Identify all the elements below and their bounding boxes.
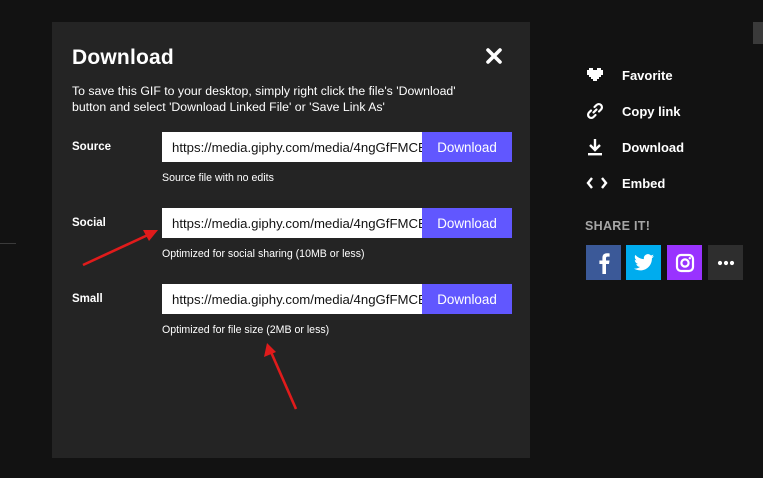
page-scrollbar-thumb[interactable] (753, 22, 763, 44)
copy-link-label: Copy link (622, 103, 681, 119)
download-action-button[interactable]: Download (586, 137, 684, 157)
background-divider (0, 243, 16, 244)
code-icon (586, 173, 610, 193)
instagram-icon (675, 253, 694, 272)
download-modal: Download To save this GIF to your deskto… (52, 22, 530, 458)
favorite-label: Favorite (622, 67, 673, 83)
social-download-button[interactable]: Download (422, 208, 512, 238)
facebook-icon (598, 252, 610, 274)
share-title: SHARE IT! (585, 219, 651, 233)
link-icon (586, 101, 610, 121)
download-icon (586, 137, 610, 157)
more-icon (717, 260, 734, 265)
twitter-icon (633, 254, 654, 271)
modal-title: Download (72, 46, 174, 69)
embed-label: Embed (622, 175, 666, 191)
modal-description: To save this GIF to your desktop, simply… (72, 84, 456, 114)
heart-icon (586, 65, 610, 85)
close-button[interactable] (484, 46, 504, 66)
facebook-share-button[interactable] (586, 245, 621, 280)
small-url-field[interactable] (162, 284, 422, 314)
social-hint: Optimized for social sharing (10MB or le… (162, 248, 365, 260)
source-download-button[interactable]: Download (422, 132, 512, 162)
row-label-source: Source (72, 141, 111, 153)
more-share-button[interactable] (708, 245, 743, 280)
copy-link-button[interactable]: Copy link (586, 101, 681, 121)
row-label-small: Small (72, 293, 103, 305)
download-action-label: Download (622, 139, 685, 155)
source-url-field[interactable] (162, 132, 422, 162)
small-download-button[interactable]: Download (422, 284, 512, 314)
small-hint: Optimized for file size (2MB or less) (162, 324, 330, 336)
source-hint: Source file with no edits (162, 172, 274, 184)
social-url-field[interactable] (162, 208, 422, 238)
twitter-share-button[interactable] (626, 245, 661, 280)
embed-button[interactable]: Embed (586, 173, 665, 193)
instagram-share-button[interactable] (667, 245, 702, 280)
favorite-button[interactable]: Favorite (586, 65, 673, 85)
row-label-social: Social (72, 217, 106, 229)
close-icon (486, 48, 502, 64)
